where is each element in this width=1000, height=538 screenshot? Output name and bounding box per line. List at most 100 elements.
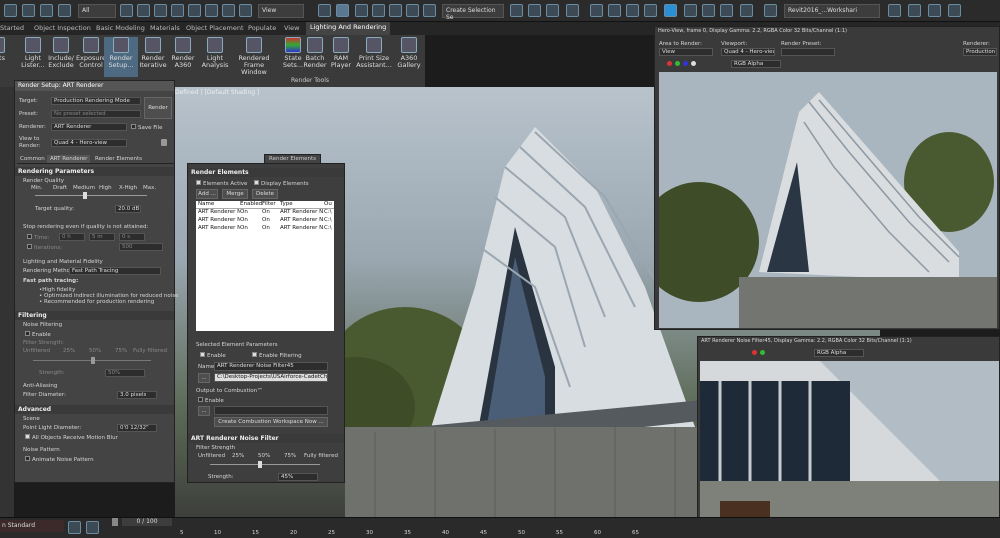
- link-inventor-icon[interactable]: [908, 4, 921, 17]
- pivot-icon[interactable]: [318, 4, 331, 17]
- workspace-dropdown[interactable]: Revit2016_...Workshari: [784, 4, 880, 18]
- preset-dropdown[interactable]: No preset selected: [51, 110, 141, 118]
- tab-started[interactable]: Started: [0, 24, 24, 32]
- column-header[interactable]: Ou: [324, 201, 334, 208]
- rendered-frame-window-button[interactable]: Rendered Frame Window: [232, 37, 276, 76]
- tab-render-elements[interactable]: Render Elements: [264, 154, 321, 164]
- tab-common[interactable]: Common: [20, 156, 45, 162]
- tab-basic-modeling[interactable]: Basic Modeling: [96, 24, 145, 32]
- filter-diameter-field[interactable]: 3.0 pixels: [117, 391, 157, 399]
- combustion-browse-button[interactable]: ...: [198, 406, 210, 416]
- noise-strength-slider-handle[interactable]: [258, 461, 262, 468]
- render-a360-icon[interactable]: [720, 4, 733, 17]
- column-header[interactable]: Enabled: [240, 201, 262, 208]
- tab-populate[interactable]: Populate: [248, 24, 276, 32]
- render-a360-button[interactable]: Render A360: [166, 37, 200, 69]
- channel-dropdown[interactable]: RGB Alpha: [731, 60, 781, 68]
- save-file-checkbox[interactable]: Save File: [131, 124, 162, 131]
- spinner-snap-icon[interactable]: [406, 4, 419, 17]
- table-row[interactable]: ART Renderer N... On On ART Renderer N..…: [196, 209, 334, 217]
- render-button[interactable]: Render: [144, 97, 172, 119]
- quality-slider-track[interactable]: [35, 195, 147, 196]
- elements-active-checkbox[interactable]: Elements Active: [196, 180, 247, 187]
- red-channel-icon[interactable]: [752, 350, 757, 355]
- browse-path-button[interactable]: ...: [198, 373, 210, 383]
- bind-icon[interactable]: [58, 4, 71, 17]
- strength-slider-handle[interactable]: [91, 357, 95, 364]
- rendered-frame-window-icon[interactable]: [664, 4, 677, 17]
- tab-render-elements[interactable]: Render Elements: [95, 156, 142, 162]
- delete-element-button[interactable]: Delete: [252, 189, 278, 199]
- animate-noise-checkbox[interactable]: Animate Noise Pattern: [25, 456, 94, 463]
- tab-art-renderer[interactable]: ART Renderer: [47, 155, 91, 163]
- hours-field[interactable]: 0 h: [59, 233, 85, 241]
- element-name-field[interactable]: ART Renderer Noise Filter45: [214, 362, 328, 371]
- render-iterative-icon[interactable]: [702, 4, 715, 17]
- green-channel-icon[interactable]: [675, 61, 680, 66]
- rectangular-selection-icon[interactable]: [154, 4, 167, 17]
- tab-lighting-and-rendering[interactable]: Lighting And Rendering: [306, 22, 391, 35]
- column-header[interactable]: Filter: [262, 201, 280, 208]
- rotate-icon[interactable]: [205, 4, 218, 17]
- hero-view-render[interactable]: [659, 72, 997, 328]
- time-slider[interactable]: 0 / 100: [122, 518, 172, 526]
- enable-noise-checkbox[interactable]: Enable: [25, 331, 51, 338]
- select-object-icon[interactable]: [120, 4, 133, 17]
- align-icon[interactable]: [528, 4, 541, 17]
- snap-3d-icon[interactable]: [355, 4, 368, 17]
- print-size-assistant-button[interactable]: Print Size Assistant...: [354, 37, 394, 69]
- angle-snap-icon[interactable]: [372, 4, 385, 17]
- include-exclude-button[interactable]: Include/ Exclude: [44, 37, 78, 69]
- rendering-method-dropdown[interactable]: Fast Path Tracing: [69, 267, 161, 275]
- iterations-field[interactable]: 500: [119, 243, 163, 251]
- enable-element-checkbox[interactable]: Enable: [200, 352, 226, 359]
- lock-icon[interactable]: [161, 139, 167, 146]
- select-by-name-icon[interactable]: [137, 4, 150, 17]
- workspace-label[interactable]: n Standard: [0, 520, 64, 532]
- a360-gallery-button[interactable]: A360 Gallery: [392, 37, 426, 69]
- scene-explorer-icon[interactable]: [566, 4, 579, 17]
- tab-view[interactable]: View: [284, 24, 299, 32]
- elements-table[interactable]: Name Enabled Filter Type Ou ART Renderer…: [196, 201, 334, 331]
- enable-filtering-checkbox[interactable]: Enable Filtering: [252, 352, 302, 359]
- output-path-field[interactable]: C:\Desktop-Projects\USAirforce-CadetChap…: [214, 373, 328, 382]
- timeline-ruler[interactable]: 5 10 15 20 25 30 35 40 45 50 55 60 65: [112, 528, 692, 538]
- material-editor-icon[interactable]: [626, 4, 639, 17]
- render-production-icon[interactable]: [684, 4, 697, 17]
- blue-channel-icon[interactable]: [683, 61, 688, 66]
- alpha-channel-icon[interactable]: [691, 61, 696, 66]
- tab-object-placement[interactable]: Object Placement: [186, 24, 244, 32]
- light-analysis-button[interactable]: Light Analysis: [198, 37, 232, 69]
- percent-snap-icon[interactable]: [389, 4, 402, 17]
- render-elements-header[interactable]: Render Elements: [188, 168, 344, 177]
- reference-coordinate-dropdown[interactable]: View: [258, 4, 304, 18]
- target-dropdown[interactable]: Production Rendering Mode: [51, 97, 141, 105]
- layer-icon[interactable]: [546, 4, 559, 17]
- ram-player-button[interactable]: RAM Player: [324, 37, 358, 69]
- mirror-icon[interactable]: [510, 4, 523, 17]
- curve-editor-icon[interactable]: [590, 4, 603, 17]
- selection-filter-dropdown[interactable]: All: [78, 4, 116, 18]
- move-icon[interactable]: [188, 4, 201, 17]
- tab-materials[interactable]: Materials: [150, 24, 180, 32]
- display-elements-checkbox[interactable]: Display Elements: [254, 180, 309, 187]
- render-iterative-button[interactable]: Render Iterative: [136, 37, 170, 69]
- place-icon[interactable]: [239, 4, 252, 17]
- area-to-render-dropdown[interactable]: View: [659, 48, 713, 56]
- motion-blur-checkbox[interactable]: All Objects Receive Motion Blur: [25, 434, 118, 441]
- script-listener-icon[interactable]: [86, 521, 99, 534]
- time-checkbox[interactable]: Time:: [27, 234, 49, 241]
- render-setup-button[interactable]: Render Setup...: [104, 37, 138, 77]
- exposure-control-button[interactable]: Exposure Control: [74, 37, 108, 69]
- strength-field[interactable]: 50%: [105, 369, 145, 377]
- column-header[interactable]: Type: [280, 201, 324, 208]
- minutes-field[interactable]: 5 m: [89, 233, 115, 241]
- renderer-dropdown[interactable]: Production: [963, 48, 997, 56]
- filtering-header[interactable]: Filtering: [15, 311, 174, 320]
- combustion-path-field[interactable]: [214, 406, 328, 415]
- maxscript-icon[interactable]: [68, 521, 81, 534]
- render-setup-icon[interactable]: [644, 4, 657, 17]
- select-manipulate-icon[interactable]: [336, 4, 349, 17]
- table-row[interactable]: ART Renderer N... On On ART Renderer N..…: [196, 217, 334, 225]
- advanced-header[interactable]: Advanced: [15, 405, 174, 414]
